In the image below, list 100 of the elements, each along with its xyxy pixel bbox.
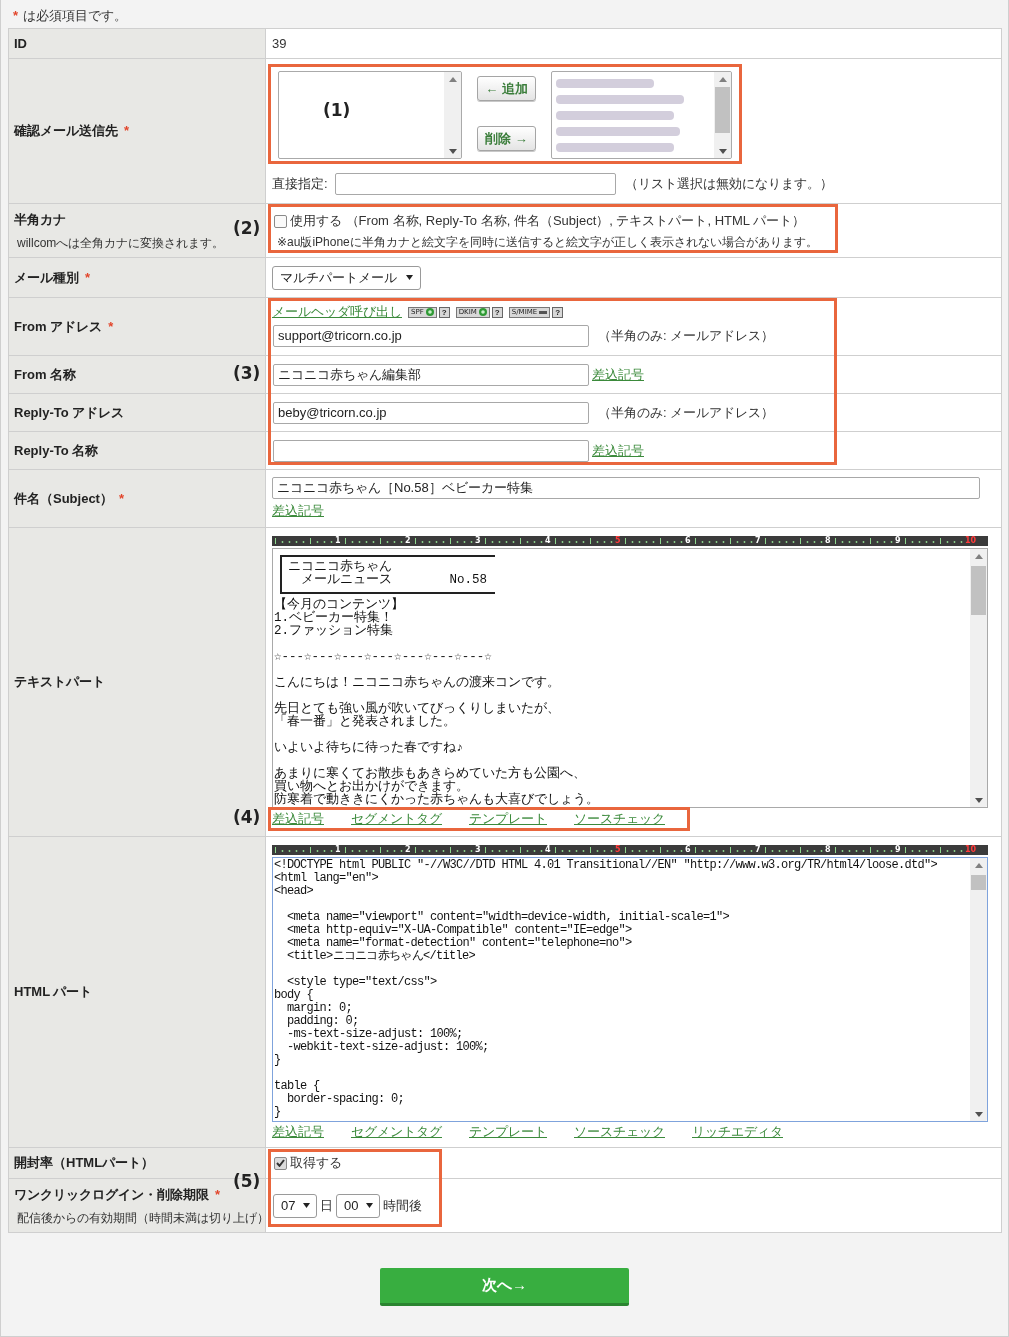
- editor-line: こんにちは！ニコニコ赤ちゃんの渡来コンです。: [274, 677, 561, 690]
- next-button[interactable]: 次へ→: [380, 1268, 629, 1306]
- ruler-ticks-drawing: [762, 536, 825, 546]
- ruler-number: 4: [545, 536, 551, 546]
- field-link[interactable]: 差込記号: [592, 442, 644, 459]
- mail-type-select[interactable]: マルチパートメール: [272, 265, 421, 290]
- checkbox-label: 取得する: [290, 1154, 342, 1172]
- up-arrow-icon[interactable]: [448, 77, 457, 82]
- ruler-ticks-drawing: [272, 845, 335, 855]
- editor-link[interactable]: セグメントタグ: [351, 811, 442, 827]
- annotation-label: (4): [233, 807, 261, 827]
- editor-link[interactable]: リッチエディタ: [692, 1124, 783, 1140]
- annotation-label: (5): [233, 1171, 261, 1191]
- annotation-label: (2): [233, 218, 261, 238]
- ruler-number: 2: [405, 845, 411, 855]
- ruler-number: 9: [895, 845, 901, 855]
- check-icon: [276, 1159, 285, 1167]
- required-mark: *: [108, 317, 114, 336]
- header-link[interactable]: メールヘッダ呼び出し: [272, 304, 402, 320]
- scrollbar-thumb[interactable]: [715, 87, 730, 133]
- editor-line: あまりに寒くてお散歩もあきらめていた方も公園へ、: [274, 768, 587, 781]
- editor-line: padding: 0;: [286, 1015, 360, 1028]
- editor-link[interactable]: 差込記号: [272, 1124, 324, 1140]
- editor-link[interactable]: セグメントタグ: [351, 1124, 442, 1140]
- text-field[interactable]: support@tricorn.co.jp: [273, 325, 589, 347]
- unit-label: 時間後: [383, 1196, 422, 1215]
- field-label: From アドレス: [14, 317, 103, 336]
- ruler-ticks-drawing: [762, 845, 825, 855]
- checkbox[interactable]: [274, 214, 287, 228]
- field-hint: 配信後からの有効期間（時間未満は切り上げ）: [17, 1211, 269, 1225]
- help-button[interactable]: ?: [491, 306, 503, 318]
- editor-line: <meta http-equiv="X-UA-Compatible" content="IE=edge">: [286, 924, 633, 937]
- help-button[interactable]: ?: [552, 306, 564, 318]
- editor-line: }: [274, 1054, 282, 1067]
- ruler-ticks-drawing: [482, 845, 545, 855]
- add-button[interactable]: ← 追加: [477, 76, 536, 101]
- ruler-number: 8: [825, 536, 831, 546]
- days-select[interactable]: 07: [273, 1193, 317, 1218]
- text-field[interactable]: [273, 439, 589, 462]
- up-arrow-icon[interactable]: [718, 77, 727, 82]
- scrollbar[interactable]: [970, 549, 987, 807]
- help-button[interactable]: ?: [438, 306, 450, 318]
- field-link[interactable]: 差込記号: [272, 503, 324, 519]
- ruler-number: 3: [475, 845, 481, 855]
- required-mark: *: [124, 122, 130, 140]
- editor-line: }: [274, 1106, 282, 1119]
- editor-line: <title>ニコニコ赤ちゃん</title>: [286, 950, 476, 963]
- ruler-number: 6: [685, 536, 691, 546]
- editor-link[interactable]: ソースチェック: [574, 811, 665, 827]
- text-editor[interactable]: [272, 548, 988, 808]
- ruler-number: 2: [405, 536, 411, 546]
- editor-link[interactable]: テンプレート: [469, 1124, 547, 1140]
- note-text: ※au版iPhoneに半角カナと絵文字を同時に送信すると絵文字が正しく表示されない場合があります。: [277, 235, 818, 249]
- checkbox[interactable]: [274, 1156, 287, 1170]
- down-arrow-icon[interactable]: [974, 1112, 983, 1117]
- editor-line: <head>: [274, 885, 314, 898]
- scrollbar-thumb[interactable]: [971, 875, 986, 890]
- hours-select[interactable]: 00: [336, 1193, 380, 1218]
- editor-link[interactable]: テンプレート: [469, 811, 547, 827]
- input-hint: （リスト選択は無効になります。）: [624, 175, 833, 193]
- ruler-number: 7: [755, 536, 761, 546]
- ruler-ticks-drawing: [692, 536, 755, 546]
- editor-line: ☆---☆---☆---☆---☆---☆---☆---☆: [274, 651, 493, 664]
- down-arrow-icon[interactable]: [974, 798, 983, 803]
- ruler-number: 7: [755, 845, 761, 855]
- editor-link[interactable]: 差込記号: [272, 811, 324, 827]
- editor-line: <meta name="viewport" content="width=device-width, initial-scale=1">: [286, 911, 731, 924]
- editor-line: <style type="text/css">: [286, 976, 438, 989]
- text-field[interactable]: ニコニコ赤ちゃん［No.58］ベビーカー特集: [272, 477, 980, 499]
- field-link[interactable]: 差込記号: [592, 366, 644, 383]
- ruler-number: 9: [895, 536, 901, 546]
- scrollbar[interactable]: [970, 858, 987, 1121]
- annotation-label: (3): [233, 363, 261, 383]
- required-mark: *: [13, 8, 19, 24]
- editor-line: -ms-text-size-adjust: 100%;: [286, 1028, 464, 1041]
- text-editor[interactable]: [272, 857, 988, 1122]
- editor-link[interactable]: ソースチェック: [574, 1124, 665, 1140]
- scrollbar[interactable]: [714, 72, 731, 158]
- caret-icon: [406, 275, 413, 280]
- issue-number: No.58: [449, 574, 487, 587]
- remove-button[interactable]: 削除 →: [477, 126, 536, 151]
- up-arrow-icon[interactable]: [974, 554, 983, 559]
- down-arrow-icon[interactable]: [448, 149, 457, 154]
- field-hint: willcomへは全角カナに変換されます。: [17, 236, 225, 250]
- scrollbar[interactable]: [444, 72, 461, 158]
- scrollbar-thumb[interactable]: [971, 566, 986, 615]
- field-label: テキストパート: [14, 673, 105, 691]
- up-arrow-icon[interactable]: [974, 863, 983, 868]
- text-field[interactable]: beby@tricorn.co.jp: [273, 401, 589, 424]
- editor-line: body {: [274, 989, 314, 1002]
- ruler-number: 5: [615, 536, 621, 546]
- ruler-ticks-drawing: [832, 536, 895, 546]
- ruler-ticks-drawing: [412, 536, 475, 546]
- ruler-ticks-drawing: [832, 845, 895, 855]
- ruler-ticks-drawing: [412, 845, 475, 855]
- down-arrow-icon[interactable]: [718, 149, 727, 154]
- ruler-ticks-drawing: [342, 536, 405, 546]
- ruler-ticks-drawing: [552, 536, 615, 546]
- text-field[interactable]: [334, 173, 616, 195]
- text-field[interactable]: ニコニコ赤ちゃん編集部: [273, 363, 589, 386]
